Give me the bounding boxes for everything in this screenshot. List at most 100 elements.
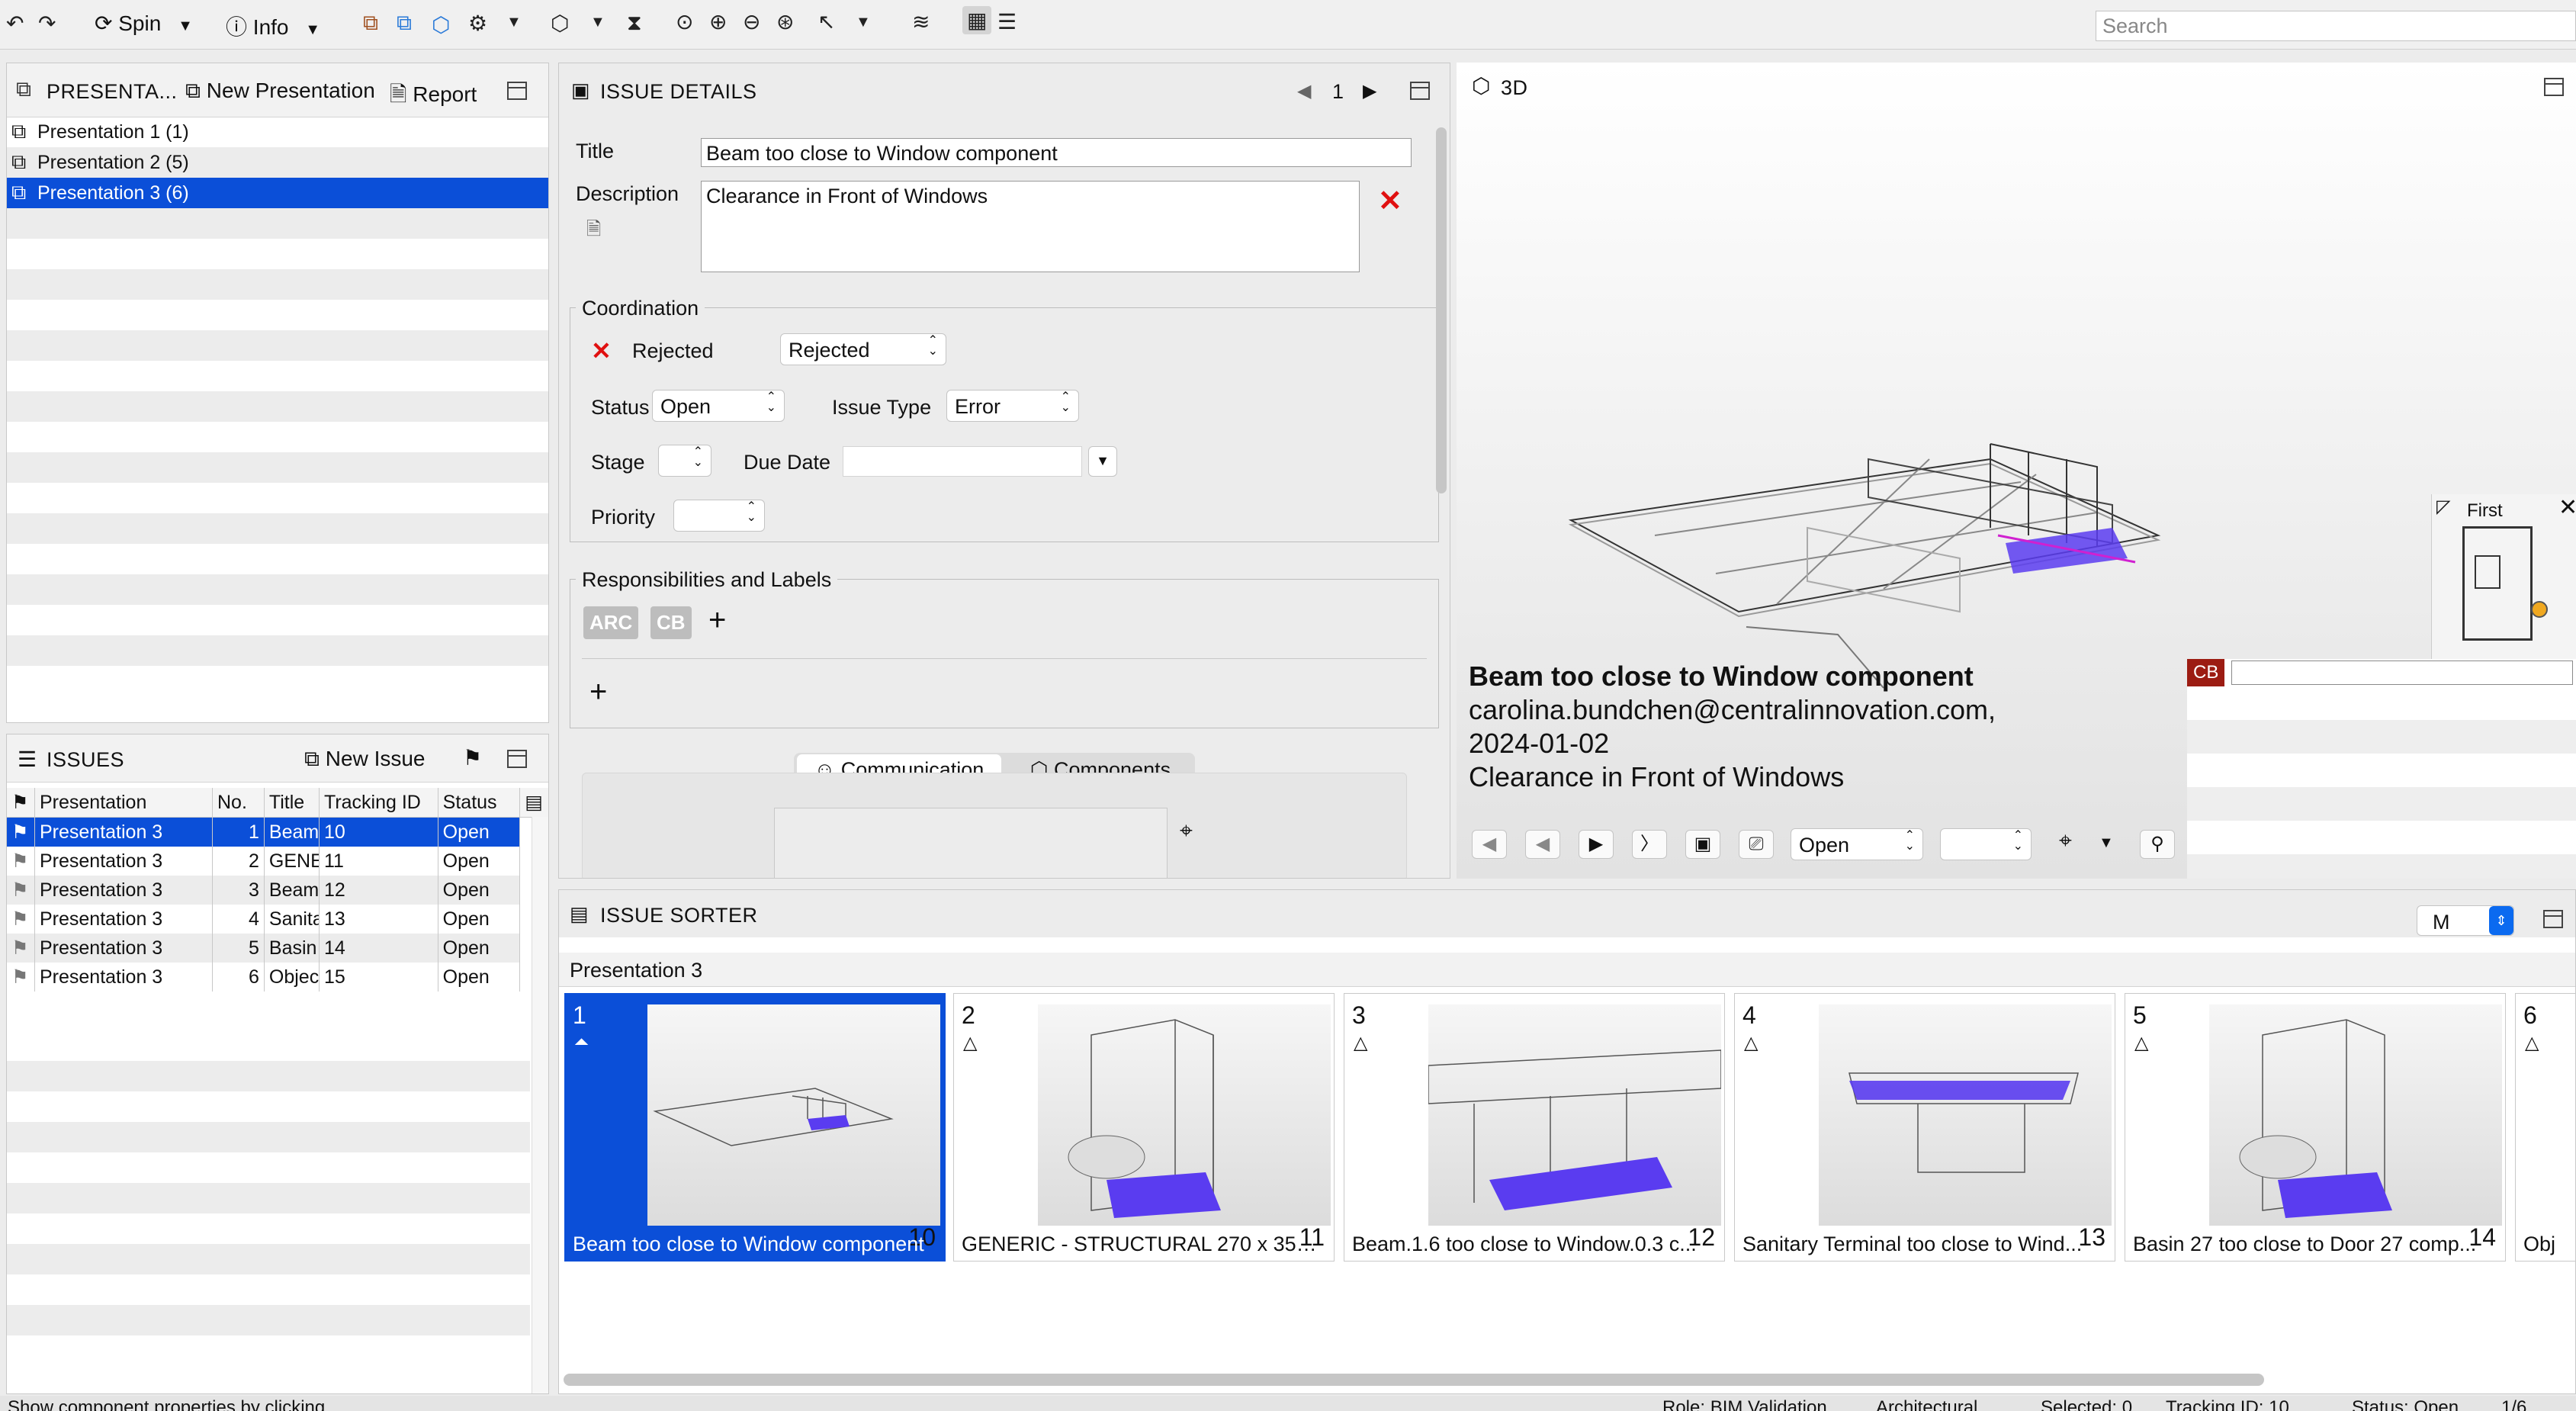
clear-description-icon[interactable]: ✕ [1378, 184, 1402, 218]
list-item[interactable]: ⧉ Presentation 1 (1) [7, 117, 548, 147]
new-issue-button[interactable]: ⧉ New Issue [304, 747, 426, 772]
table-row[interactable]: ⚑ Presentation 3 1 Beam 10 Open [7, 817, 548, 847]
due-date-label: Due Date [744, 451, 831, 474]
vertical-scrollbar[interactable] [532, 817, 548, 1393]
layers-icon[interactable]: ≋ [912, 9, 930, 34]
document-icon[interactable]: 🗎 [586, 216, 601, 247]
map-icon[interactable]: ▦ [962, 6, 992, 34]
table-row[interactable]: ⚑ Presentation 3 2 GENER 11 Open [7, 847, 548, 876]
issue-type-label: Issue Type [832, 396, 932, 419]
date-picker-button[interactable]: ▼ [1088, 446, 1117, 477]
chevron-down-icon[interactable]: ▼ [2099, 834, 2114, 852]
next-issue-button[interactable]: 〉 [1632, 830, 1667, 859]
issue-card[interactable]: 2 △ 11 GENERIC - STRUCTURAL 270 x 350 t.… [953, 993, 1335, 1262]
maximize-icon[interactable] [507, 750, 527, 768]
due-date-input[interactable] [843, 446, 1082, 477]
camera-snapshot-icon[interactable]: ⌖ [2059, 828, 2072, 854]
table-row[interactable]: ⚑ Presentation 3 6 Object 15 Open [7, 963, 548, 992]
add-responsibility-icon[interactable]: + [589, 675, 607, 709]
column-header-tracking-id[interactable]: Tracking ID [319, 788, 438, 818]
maximize-icon[interactable] [507, 82, 527, 100]
close-minimap-icon[interactable]: ✕ [2558, 494, 2576, 521]
issue-card[interactable]: 3 △ 12 Beam.1.6 too close to Window.0.3 … [1344, 993, 1725, 1262]
card-number: 2 [962, 1001, 975, 1029]
coordination-select[interactable]: Rejected [780, 333, 946, 365]
spin-button[interactable]: ⟳ Spin ▼ [95, 11, 193, 36]
zoom-in-icon[interactable]: ⊕ [709, 9, 727, 34]
prev-issue-icon[interactable]: ◀ [1297, 80, 1311, 102]
zoom-selection-icon[interactable]: ⊛ [776, 9, 794, 34]
cube-blue-icon[interactable]: ⬡ [432, 12, 450, 37]
column-header-status[interactable]: Status [438, 788, 521, 818]
column-header-presentation[interactable]: Presentation [34, 788, 213, 818]
description-textarea[interactable]: Clearance in Front of Windows [701, 181, 1360, 272]
zoom-fit-icon[interactable]: ⊙ [676, 9, 693, 34]
slideshow-button[interactable]: ▣ [1685, 830, 1720, 859]
issue-card[interactable]: 4 △ 13 Sanitary Terminal too close to Wi… [1734, 993, 2115, 1262]
list-item[interactable]: ⧉ Presentation 3 (6) [7, 178, 548, 208]
table-row[interactable]: ⚑ Presentation 3 3 Beam. 12 Open [7, 876, 548, 905]
issue-card[interactable]: 1 ⏶ 10 Beam too close to Window componen… [564, 993, 946, 1262]
next-issue-icon[interactable]: ▶ [1363, 80, 1376, 102]
add-tag-icon[interactable]: + [708, 603, 726, 638]
new-presentation-button[interactable]: ⧉ New Presentation [185, 79, 375, 104]
sorter-title: ISSUE SORTER [600, 904, 758, 927]
objects-icon[interactable]: ⧉ [363, 11, 378, 36]
chevron-down-icon[interactable]: ▼ [590, 14, 605, 31]
pointer-icon[interactable]: ↖ [817, 9, 835, 34]
undo-icon[interactable]: ↶ [6, 11, 24, 36]
maximize-icon[interactable] [1410, 82, 1430, 100]
tag-cb[interactable]: CB [650, 606, 692, 639]
responsibilities-group [570, 579, 1439, 728]
overlay-priority-select[interactable] [1940, 828, 2032, 860]
report-button[interactable]: 🗎 Report [390, 79, 477, 115]
overlay-status-select[interactable]: Open [1791, 828, 1923, 860]
snapshot-thumbnail[interactable] [774, 808, 1168, 878]
maximize-icon[interactable] [2544, 78, 2564, 96]
flag-icon[interactable]: ⚑ [463, 745, 482, 770]
play-button[interactable]: ▶ [1579, 830, 1614, 859]
zoom-out-icon[interactable]: ⊖ [743, 9, 760, 34]
column-header-no[interactable]: No. [212, 788, 265, 818]
details-scrollbar[interactable] [1436, 127, 1447, 493]
horizontal-scrollbar[interactable] [564, 1374, 2264, 1386]
table-row[interactable]: ⚑ Presentation 3 4 Sanitar 13 Open [7, 905, 548, 934]
thumbnail-size-select[interactable]: M ⇕ [2417, 905, 2514, 936]
column-header-title[interactable]: Title [264, 788, 320, 818]
chevron-down-icon[interactable]: ▼ [506, 14, 522, 31]
title-input[interactable]: Beam too close to Window component [701, 138, 1412, 167]
stage-select[interactable] [658, 445, 711, 477]
cell-presentation: Presentation 3 [34, 963, 213, 992]
cube-icon[interactable]: ⬡ [551, 11, 569, 36]
status-hint: Show component properties by clicking [8, 1397, 326, 1411]
redo-icon[interactable]: ↷ [38, 11, 56, 36]
flag-column-icon[interactable]: ⚑ [7, 788, 35, 818]
status-select[interactable]: Open [652, 390, 785, 422]
lightbulb-button[interactable]: ⚲ [2140, 830, 2175, 859]
screen-icon[interactable]: ⎚ [1739, 830, 1774, 859]
section-icon[interactable]: ⧗ [627, 11, 642, 36]
search-input[interactable]: Search [2096, 11, 2576, 41]
info-button[interactable]: ⓘ Info ▼ [226, 11, 320, 41]
sorter-header: ▤ ISSUE SORTER M ⇕ [559, 890, 2575, 937]
table-row[interactable]: ⚑ Presentation 3 5 Basin 2 14 Open [7, 934, 548, 963]
stack-icon[interactable]: ☰ [997, 9, 1017, 34]
comment-input[interactable] [2231, 661, 2573, 685]
tag-arc[interactable]: ARC [583, 606, 639, 639]
objects-blue-icon[interactable]: ⧉ [397, 11, 412, 36]
prev-issue-button[interactable]: ◀ [1525, 830, 1560, 859]
list-item[interactable]: ⧉ Presentation 2 (5) [7, 147, 548, 178]
chevron-down-icon[interactable]: ▼ [856, 14, 871, 31]
issue-card[interactable]: 6 △ Obj [2515, 993, 2576, 1262]
maximize-icon[interactable] [2543, 910, 2563, 928]
add-snapshot-icon[interactable]: ⌖ [1180, 818, 1193, 844]
resize-corner-icon[interactable]: ◸ [2436, 496, 2450, 518]
issue-type-select[interactable]: Error [946, 390, 1079, 422]
priority-select[interactable] [673, 500, 765, 532]
cell-status: Open [438, 934, 521, 963]
cluster-icon[interactable]: ⚙ [468, 11, 487, 36]
first-issue-button[interactable]: ◀ [1472, 830, 1507, 859]
card-thumbnail [1038, 1004, 1331, 1226]
issue-card[interactable]: 5 △ 14 Basin 27 too close to Door 27 com… [2125, 993, 2506, 1262]
column-chooser-icon[interactable]: ▤ [519, 788, 548, 818]
